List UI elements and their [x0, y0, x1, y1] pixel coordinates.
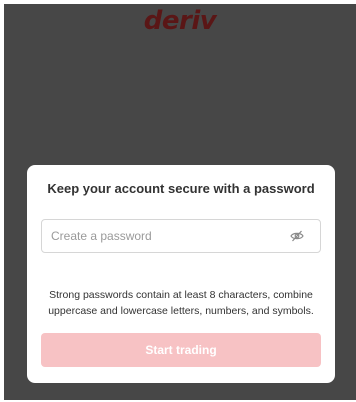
- screen: deriv Keep your account secure with a pa…: [2, 0, 356, 402]
- password-input[interactable]: Create a password: [41, 219, 321, 253]
- start-trading-button[interactable]: Start trading: [41, 333, 321, 367]
- brand-logo: deriv: [143, 6, 217, 36]
- password-hint: Strong passwords contain at least 8 char…: [48, 289, 314, 317]
- modal-title: Keep your account secure with a password: [47, 181, 315, 196]
- password-placeholder: Create a password: [51, 229, 152, 243]
- eye-off-icon[interactable]: [290, 230, 304, 242]
- password-modal: Keep your account secure with a password…: [27, 165, 335, 383]
